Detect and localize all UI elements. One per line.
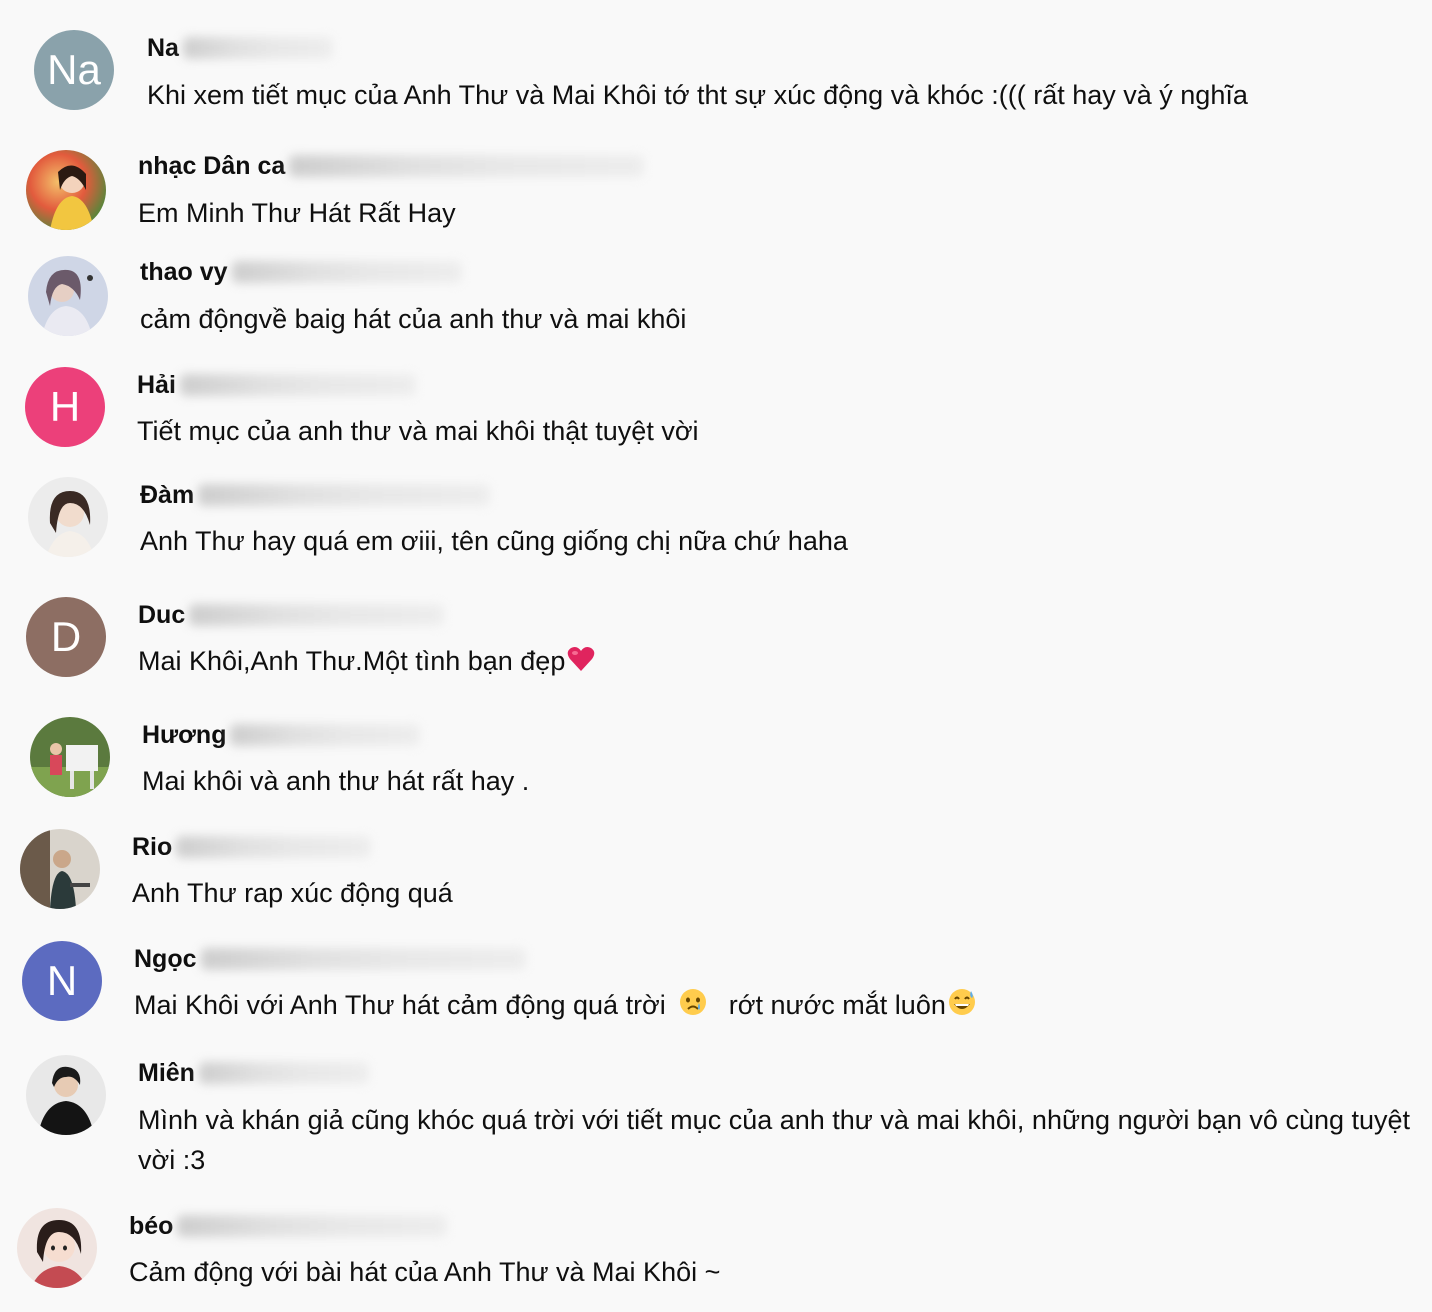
redacted-username bbox=[231, 261, 462, 283]
comment-text: Cảm động với bài hát của Anh Thư và Mai … bbox=[129, 1257, 721, 1287]
avatar[interactable] bbox=[26, 1055, 106, 1135]
comment-author[interactable]: Rio bbox=[132, 833, 172, 862]
comment-author[interactable]: Hải bbox=[137, 371, 176, 400]
comment-author[interactable]: Đàm bbox=[140, 481, 194, 510]
avatar[interactable] bbox=[28, 477, 108, 557]
comment-text: Mai Khôi với Anh Thư hát cảm động quá tr… bbox=[134, 990, 666, 1020]
redacted-username bbox=[189, 604, 445, 626]
comment-author[interactable]: béo bbox=[129, 1212, 173, 1241]
avatar[interactable] bbox=[30, 717, 110, 797]
redacted-username bbox=[198, 1062, 369, 1084]
redacted-username bbox=[200, 948, 526, 970]
avatar[interactable]: Na bbox=[34, 30, 114, 110]
avatar-letter: D bbox=[50, 613, 82, 660]
profile-photo-icon bbox=[30, 717, 110, 797]
redacted-username bbox=[177, 1215, 448, 1237]
redacted-username bbox=[289, 155, 645, 177]
comment-author[interactable]: Miên bbox=[138, 1059, 195, 1088]
comment-text: rớt nước mắt luôn bbox=[728, 990, 946, 1020]
comment-text: Mai Khôi,Anh Thư.Một tình bạn đẹp bbox=[138, 646, 566, 676]
avatar[interactable]: D bbox=[26, 597, 106, 677]
redacted-username bbox=[176, 836, 372, 858]
avatar[interactable] bbox=[28, 256, 108, 336]
redacted-username bbox=[182, 37, 333, 59]
avatar[interactable] bbox=[17, 1208, 97, 1288]
grinning-sweat-emoji-icon bbox=[948, 987, 976, 1027]
comment-author[interactable]: Na bbox=[147, 34, 179, 63]
comment-text-continued: vời :3 bbox=[138, 1145, 206, 1175]
redacted-username bbox=[230, 724, 421, 746]
profile-photo-icon bbox=[28, 256, 108, 336]
avatar-letter: Na bbox=[47, 46, 101, 93]
redacted-username bbox=[198, 484, 491, 506]
comment-author[interactable]: thao vy bbox=[140, 258, 228, 287]
profile-photo-icon bbox=[28, 477, 108, 557]
comment-text-line: Mai Khôi với Anh Thư hát cảm động quá tr… bbox=[134, 985, 976, 1027]
avatar[interactable]: H bbox=[25, 367, 105, 447]
comment-text: Anh Thư hay quá em ơiii, tên cũng giống … bbox=[140, 526, 848, 556]
comment-text: Anh Thư rap xúc động quá bbox=[132, 878, 453, 908]
red-heart-emoji-icon bbox=[567, 643, 595, 683]
profile-photo-icon bbox=[17, 1208, 97, 1288]
comment-text: Mai khôi và anh thư hát rất hay . bbox=[142, 766, 530, 796]
avatar-letter: N bbox=[46, 957, 78, 1004]
comment-text: cảm độngvề baig hát của anh thư và mai k… bbox=[140, 304, 687, 334]
profile-photo-icon bbox=[20, 829, 100, 909]
profile-photo-icon bbox=[26, 1055, 106, 1135]
crying-face-emoji-icon bbox=[679, 987, 707, 1027]
avatar[interactable]: N bbox=[22, 941, 102, 1021]
comment-text: Khi xem tiết mục của Anh Thư và Mai Khôi… bbox=[147, 80, 1248, 110]
comment-text: Em Minh Thư Hát Rất Hay bbox=[138, 198, 456, 228]
profile-photo-icon bbox=[26, 150, 106, 230]
comment-author[interactable]: Ngọc bbox=[134, 945, 197, 974]
comment-text: Mình và khán giả cũng khóc quá trời với … bbox=[138, 1105, 1411, 1135]
comment-text: Tiết mục của anh thư và mai khôi thật tu… bbox=[137, 416, 699, 446]
comment-text-line: Mai Khôi,Anh Thư.Một tình bạn đẹp bbox=[138, 641, 595, 683]
comment-author[interactable]: Duc bbox=[138, 601, 185, 630]
avatar-letter: H bbox=[49, 383, 81, 430]
comment-author[interactable]: Hương bbox=[142, 721, 226, 750]
comment-author[interactable]: nhạc Dân ca bbox=[138, 152, 285, 181]
avatar[interactable] bbox=[20, 829, 100, 909]
redacted-username bbox=[179, 374, 416, 396]
avatar[interactable] bbox=[26, 150, 106, 230]
